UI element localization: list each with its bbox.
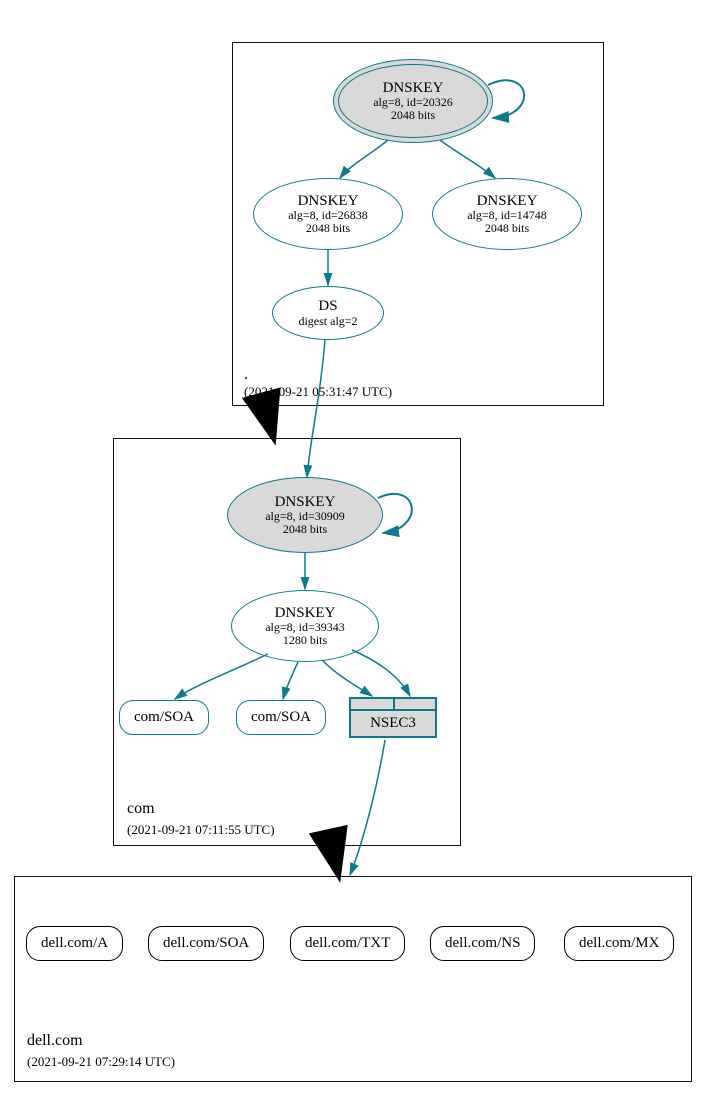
node-com-soa1: com/SOA <box>119 700 209 735</box>
zone-com-timestamp: (2021-09-21 07:11:55 UTC) <box>127 822 275 838</box>
edge-root-com-zone <box>269 404 273 436</box>
nsec3-label: NSEC3 <box>351 711 435 736</box>
node-root-zsk2: DNSKEY alg=8, id=14748 2048 bits <box>432 178 582 250</box>
node-dell-mx: dell.com/MX <box>564 926 674 961</box>
node-com-soa2: com/SOA <box>236 700 326 735</box>
node-root-ds: DS digest alg=2 <box>272 286 384 340</box>
node-title: DNSKEY <box>298 193 359 210</box>
node-title: DNSKEY <box>383 80 444 97</box>
node-dell-soa: dell.com/SOA <box>148 926 264 961</box>
zone-root-label: . <box>244 366 248 384</box>
node-dell-ns: dell.com/NS <box>430 926 535 961</box>
node-sub: 1280 bits <box>283 634 327 647</box>
node-title: DNSKEY <box>275 605 336 622</box>
zone-dell <box>14 876 692 1082</box>
node-sub: 2048 bits <box>485 222 529 235</box>
node-title: DNSKEY <box>275 494 336 511</box>
node-title: DS <box>318 298 337 315</box>
zone-dell-timestamp: (2021-09-21 07:29:14 UTC) <box>27 1054 175 1070</box>
node-sub: 2048 bits <box>391 109 435 122</box>
node-com-ksk: DNSKEY alg=8, id=30909 2048 bits <box>227 477 383 553</box>
zone-dell-label: dell.com <box>27 1032 83 1050</box>
edge-com-dell-zone <box>335 844 338 873</box>
node-com-zsk: DNSKEY alg=8, id=39343 1280 bits <box>231 590 379 662</box>
node-sub: 2048 bits <box>306 222 350 235</box>
node-sub: digest alg=2 <box>298 315 357 328</box>
node-root-ksk: DNSKEY alg=8, id=20326 2048 bits <box>333 59 493 143</box>
node-title: DNSKEY <box>477 193 538 210</box>
node-root-zsk1: DNSKEY alg=8, id=26838 2048 bits <box>253 178 403 250</box>
node-nsec3: NSEC3 <box>349 697 437 738</box>
node-sub: 2048 bits <box>283 523 327 536</box>
zone-com-label: com <box>127 800 155 818</box>
node-dell-txt: dell.com/TXT <box>290 926 405 961</box>
zone-root-timestamp: (2021-09-21 05:31:47 UTC) <box>244 384 392 400</box>
node-dell-a: dell.com/A <box>26 926 123 961</box>
